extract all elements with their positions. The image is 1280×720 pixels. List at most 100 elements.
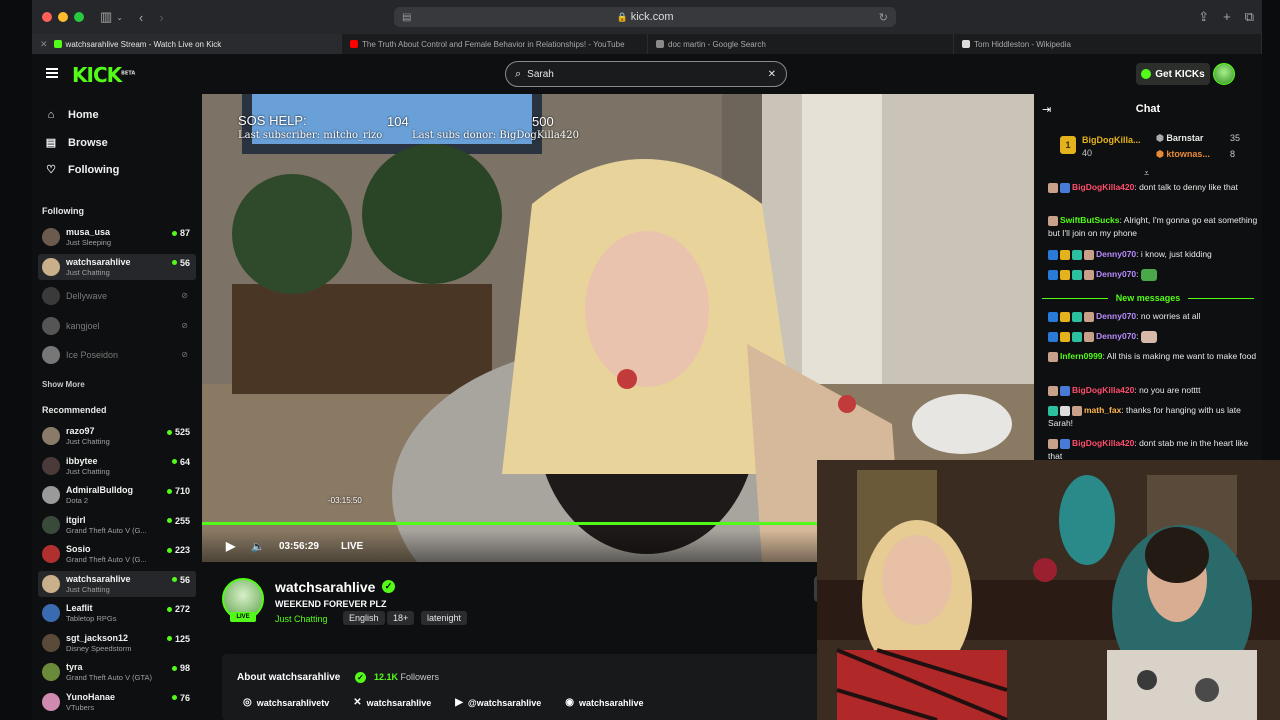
badge-icon (1048, 352, 1058, 362)
live-dot-icon (166, 636, 172, 641)
social-x[interactable]: ✕ watchsarahlive (353, 697, 431, 708)
sidebar-channel-ice-poseidon[interactable]: Ice Poseidon ⊘ (38, 342, 196, 368)
play-icon[interactable]: ▶ (226, 539, 235, 553)
sidebar-channel-itgirl[interactable]: itgirl Grand Theft Auto V (G... 255 (38, 512, 196, 538)
sidebar-channel-sgt-jackson12[interactable]: sgt_jackson12 Disney Speedstorm 125 (38, 630, 196, 656)
leader-third-name[interactable]: ⬢ ktownas... (1156, 149, 1210, 160)
zoom-window-button[interactable] (74, 12, 84, 22)
offline-icon: ⊘ (181, 350, 188, 359)
sidebar-channel-watchsarahlive[interactable]: watchsarahlive Just Chatting 56 (38, 253, 196, 280)
chat-text: : dont talk to denny like that (1134, 182, 1238, 192)
pinned-chevron-icon[interactable]: ⩡ (1144, 168, 1149, 179)
live-dot-icon (166, 488, 172, 494)
reader-icon[interactable]: ▤ (402, 12, 411, 23)
badge-icon (1060, 406, 1070, 416)
chevron-down-icon[interactable]: ⌄ (116, 13, 123, 22)
streamer-name[interactable]: watchsarahlive (275, 579, 375, 595)
avatar (42, 486, 60, 504)
kicks-coin-icon (1141, 69, 1152, 79)
chat-username[interactable]: Denny070 (1096, 331, 1136, 341)
user-badges (1048, 214, 1060, 227)
leader-second-name[interactable]: ⬢ Barnstar (1156, 133, 1203, 144)
sidebar-toggle-icon[interactable]: ▥ (100, 9, 112, 25)
sidebar-channel-musa-usa[interactable]: musa_usa Just Sleeping 87 (38, 224, 196, 250)
chat-username[interactable]: Denny070 (1096, 311, 1136, 321)
stream-category[interactable]: Just Chatting (275, 614, 328, 624)
tab-title: Tom Hiddleston - Wikipedia (974, 39, 1071, 49)
sidebar-channel-kangjoel[interactable]: kangjoel ⊘ (38, 313, 196, 339)
chat-message: Denny070: i know, just kidding (1048, 248, 1258, 261)
tab-wikipedia[interactable]: Tom Hiddleston - Wikipedia (954, 34, 1262, 54)
chat-username[interactable]: SwiftButSucks (1060, 215, 1120, 225)
tab-google[interactable]: doc martin - Google Search (648, 34, 954, 54)
badge-icon (1048, 183, 1058, 193)
badge-icon (1072, 312, 1082, 322)
sidebar-channel-leaflit[interactable]: Leaflit Tabletop RPGs 272 (38, 600, 196, 626)
social-instagram[interactable]: ◎ watchsarahlivetv (243, 697, 329, 708)
tag-language[interactable]: English (343, 611, 385, 625)
channel-category: Disney Speedstorm (66, 643, 132, 653)
close-tab-icon[interactable]: ✕ (40, 39, 48, 50)
sidebar-channel-tyra[interactable]: tyra Grand Theft Auto V (GTA) 98 (38, 659, 196, 685)
leader-first-name[interactable]: BigDogKilla... (1082, 135, 1141, 145)
chat-username[interactable]: math_fax (1084, 405, 1121, 415)
channel-category: Just Chatting (66, 437, 110, 446)
channel-category: Tabletop RPGs (66, 614, 117, 623)
chat-username[interactable]: BigDogKilla420 (1072, 182, 1134, 192)
following-section-title: Following (42, 206, 84, 216)
sidebar-channel-yunohanae[interactable]: YunoHanae VTubers 76 (38, 689, 196, 715)
shield-icon: ⬢ (1156, 149, 1167, 159)
sidebar-channel-watchsarahlive[interactable]: watchsarahlive Just Chatting 56 (38, 570, 196, 597)
sidebar-channel-razo97[interactable]: razo97 Just Chatting 525 (38, 423, 196, 449)
user-avatar[interactable] (1213, 63, 1235, 85)
reload-icon[interactable]: ↻ (879, 11, 888, 24)
about-title: About watchsarahlive (237, 672, 341, 683)
back-icon[interactable]: ‹ (139, 10, 143, 25)
chat-username[interactable]: BigDogKilla420 (1072, 385, 1134, 395)
nav-following[interactable]: ♡ Following (44, 163, 119, 177)
show-more-button[interactable]: Show More (42, 380, 85, 389)
sidebar-channel-sosio[interactable]: Sosio Grand Theft Auto V (G... 223 (38, 541, 196, 567)
live-dot-icon (171, 230, 177, 236)
badge-icon (1084, 250, 1094, 260)
share-icon[interactable]: ⇪ (1198, 9, 1209, 25)
avatar (42, 427, 60, 445)
tag-latenight[interactable]: latenight (421, 611, 468, 625)
sidebar-channel-admiralbulldog[interactable]: AdmiralBulldog Dota 2 710 (38, 482, 196, 508)
nav-home[interactable]: ⌂ Home (44, 109, 99, 121)
chat-username[interactable]: Infern0999 (1060, 351, 1103, 361)
get-kicks-button[interactable]: Get KICKs (1136, 63, 1210, 85)
clear-search-icon[interactable]: ✕ (768, 69, 776, 80)
social-youtube[interactable]: ▶ @watchsarahlive (455, 697, 541, 708)
new-messages-label: New messages (1115, 293, 1181, 303)
chat-username[interactable]: Denny070 (1096, 269, 1136, 279)
tab-youtube[interactable]: The Truth About Control and Female Behav… (342, 34, 648, 54)
search-input[interactable]: ⌕ Sarah ✕ (505, 61, 787, 87)
minimize-window-button[interactable] (58, 12, 68, 22)
address-bar[interactable]: ▤ 🔒 kick.com ↻ (394, 7, 896, 27)
chat-username[interactable]: BigDogKilla420 (1072, 438, 1134, 448)
sidebar-channel-dellywave[interactable]: Dellywave ⊘ (38, 283, 196, 309)
tag-age[interactable]: 18+ (387, 611, 415, 625)
new-tab-icon[interactable]: + (1223, 9, 1231, 25)
tab-kick[interactable]: ✕ watchsarahlive Stream - Watch Live on … (32, 34, 342, 54)
new-messages-divider[interactable]: New messages (1042, 291, 1255, 305)
volume-icon[interactable]: 🔈 (251, 540, 265, 553)
webcam-overlay (817, 460, 1280, 720)
wikipedia-favicon-icon (962, 40, 970, 48)
social-discord[interactable]: ◉ watchsarahlive (565, 697, 643, 708)
badge-icon (1060, 439, 1070, 449)
forward-icon[interactable]: › (159, 10, 163, 25)
chat-username[interactable]: Denny070 (1096, 249, 1136, 259)
sidebar-channel-ibbytee[interactable]: ibbytee Just Chatting 64 (38, 453, 196, 479)
channel-name: Dellywave (66, 291, 108, 301)
live-button[interactable]: LIVE (341, 541, 363, 552)
menu-icon[interactable] (46, 68, 58, 78)
close-window-button[interactable] (42, 12, 52, 22)
instagram-icon: ◎ (243, 697, 252, 708)
tab-overview-icon[interactable]: ⧉ (1245, 9, 1254, 25)
nav-browse[interactable]: ▤ Browse (44, 136, 108, 150)
kick-logo[interactable]: KICKBETA (72, 63, 135, 87)
chat-message: Denny070: (1048, 330, 1258, 343)
kick-favicon-icon (53, 40, 62, 48)
